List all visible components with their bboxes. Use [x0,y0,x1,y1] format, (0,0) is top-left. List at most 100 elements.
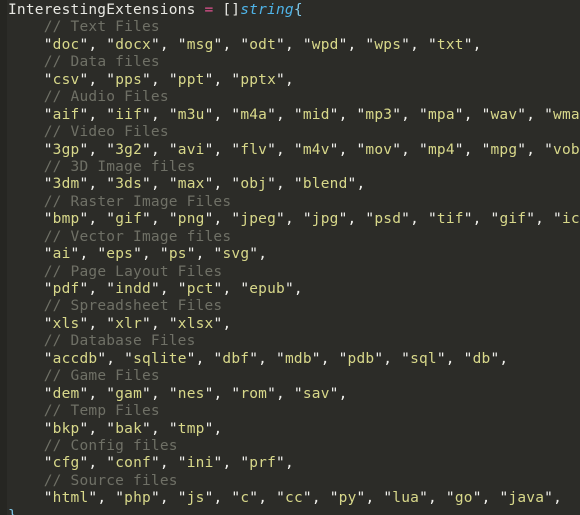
string-literal: ico [561,211,580,228]
values-line-6[interactable]: "ai", "eps", "ps", "svg", [0,246,580,263]
string-literal: wpd [311,36,339,53]
comma: , [347,211,366,228]
values-line-8[interactable]: "xls", "xlr", "xlsx", [0,316,580,333]
values-line-2[interactable]: "aif", "iif", "m3u", "m4a", "mid", "mp3"… [0,107,580,124]
quote-open: " [481,141,491,158]
editor-gutter [0,0,7,515]
string-literal: 3ds [115,176,143,193]
values-line-11[interactable]: "bkp", "bak", "tmp", [0,421,580,438]
string-literal: odt [249,36,277,53]
comma: , [284,455,303,472]
comma: , [338,141,357,158]
quote-open: " [106,176,116,193]
quote-close: " [150,490,160,507]
quote-open: " [401,350,411,367]
quote-open: " [168,176,178,193]
comma: , [463,106,482,123]
quote-close: " [204,141,214,158]
values-line-0[interactable]: "doc", "docx", "msg", "odt", "wpd", "wps… [0,37,580,54]
comment-line-9[interactable]: // Database Files [0,333,580,350]
quote-open: " [97,246,107,263]
string-literal: svg [222,246,250,263]
quote-close: " [392,106,402,123]
comment-line-2[interactable]: // Audio Files [0,89,580,106]
quote-open: " [106,36,116,53]
comment-line-12[interactable]: // Config files [0,438,580,455]
string-literal: xls [52,315,80,332]
comma: , [347,36,366,53]
values-line-4[interactable]: "3dm", "3ds", "max", "obj", "blend", [0,176,580,193]
comma: , [213,385,232,402]
comma: , [150,211,169,228]
comment-text: // Audio Files [43,89,169,106]
quote-open: " [445,490,455,507]
quote-open: " [544,106,554,123]
quote-open: " [106,315,116,332]
quote-close: " [419,490,428,507]
code-editor[interactable]: InterestingExtensions = []string{ // Tex… [0,0,580,515]
comma: , [383,350,402,367]
string-literal: sqlite [133,350,187,367]
string-literal: psd [374,211,402,228]
quote-close: " [338,211,348,228]
string-literal: ini [186,455,214,472]
comma: , [463,141,482,158]
values-line-5[interactable]: "bmp", "gif", "png", "jpeg", "jpg", "psd… [0,211,580,228]
comma: , [276,141,294,158]
comma: , [401,141,420,158]
comma: , [311,490,330,507]
quote-open: " [419,141,428,158]
string-literal: js [186,490,205,507]
comment-line-8[interactable]: // Spreadsheet Files [0,298,580,315]
comment-line-13[interactable]: // Source files [0,473,580,490]
quote-open: " [276,490,286,507]
quote-open: " [43,106,53,123]
string-literal: eps [106,246,134,263]
code-content[interactable]: InterestingExtensions = []string{ // Tex… [0,0,580,515]
quote-close: " [204,106,214,123]
string-literal: ps [168,246,187,263]
values-line-12[interactable]: "cfg", "conf", "ini", "prf", [0,455,580,472]
comma: , [79,246,98,263]
comment-line-7[interactable]: // Page Layout Files [0,264,580,281]
comment-line-0[interactable]: // Text Files [0,19,580,36]
comment-text: // 3D Image files [43,158,196,175]
quote-close: " [204,211,214,228]
values-line-9[interactable]: "accdb", "sqlite", "dbf", "mdb", "pdb", … [0,351,580,368]
comma: , [284,211,303,228]
comment-line-5[interactable]: // Raster Image Files [0,194,580,211]
string-literal: php [124,490,151,507]
comma: , [258,490,277,507]
values-line-3[interactable]: "3gp", "3g2", "avi", "flv", "m4v", "mov"… [0,142,580,159]
comment-line-1[interactable]: // Data files [0,54,580,71]
comma: , [526,141,545,158]
closing-brace-line[interactable]: } [0,508,580,515]
declaration-line[interactable]: InterestingExtensions = []string{ [0,2,580,19]
comment-line-6[interactable]: // Vector Image files [0,229,580,246]
comma: , [284,71,303,88]
values-line-13[interactable]: "html", "php", "js", "c", "cc", "py", "l… [0,490,580,507]
string-literal: wps [374,36,402,53]
comma: , [213,420,232,437]
comma: , [150,141,169,158]
quote-close: " [311,350,321,367]
quote-close: " [267,106,277,123]
comment-line-3[interactable]: // Video Files [0,124,580,141]
comment-line-4[interactable]: // 3D Image files [0,159,580,176]
string-literal: jpeg [240,211,277,228]
string-literal: gif [115,211,143,228]
values-line-10[interactable]: "dem", "gam", "nes", "rom", "sav", [0,386,580,403]
values-line-1[interactable]: "csv", "pps", "ppt", "pptx", [0,72,580,89]
string-literal: sql [410,350,437,367]
comment-line-10[interactable]: // Game Files [0,368,580,385]
comment-line-11[interactable]: // Temp Files [0,403,580,420]
values-line-7[interactable]: "pdf", "indd", "pct", "epub", [0,281,580,298]
quote-close: " [186,246,196,263]
string-literal: ppt [177,71,205,88]
string-literal: m3u [177,106,205,123]
